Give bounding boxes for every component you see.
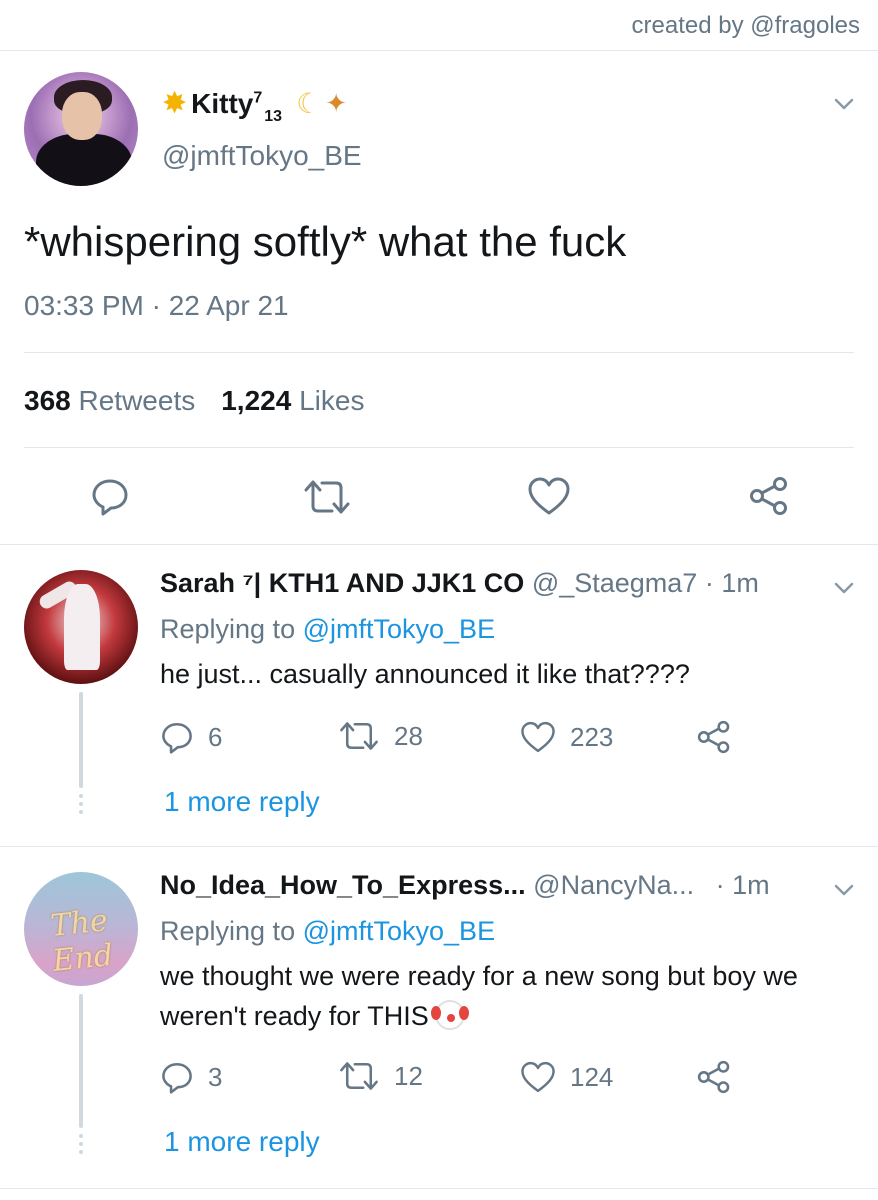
share-icon[interactable] xyxy=(748,476,790,516)
reply-icon xyxy=(162,722,192,754)
chevron-down-icon[interactable] xyxy=(832,878,856,902)
cartwheel-emoji-icon: ✦ xyxy=(325,88,347,118)
retweet-icon xyxy=(340,1062,378,1090)
like-button[interactable]: 124 xyxy=(520,1060,613,1094)
retweet-count: 28 xyxy=(394,720,423,751)
reply-button[interactable]: 3 xyxy=(160,1060,222,1094)
name-superscript: 7 xyxy=(253,89,263,107)
replying-to-label: Replying to xyxy=(160,916,296,946)
divider xyxy=(24,352,854,353)
replying-to-label: Replying to xyxy=(160,614,296,644)
like-count: 223 xyxy=(570,721,614,752)
thread-line xyxy=(79,692,83,788)
retweet-icon xyxy=(340,722,378,750)
replying-to-link[interactable]: @jmftTokyo_BE xyxy=(303,916,495,946)
reply-time: · 1m xyxy=(704,568,759,598)
replying-to: Replying to @jmftTokyo_BE xyxy=(160,614,495,645)
thread-dots xyxy=(78,1134,84,1154)
clown-face-emoji-icon xyxy=(430,1000,465,1030)
reply-author-name: No_Idea_How_To_Express... xyxy=(160,870,526,900)
divider xyxy=(0,846,878,847)
tweet-text: *whispering softly* what the fuck xyxy=(24,218,627,265)
like-count: 124 xyxy=(570,1061,614,1092)
replying-to-link[interactable]: @jmftTokyo_BE xyxy=(303,614,495,644)
avatar[interactable]: The End xyxy=(24,872,138,986)
credit-text: created by @fragoles xyxy=(631,12,860,39)
tweet-timestamp[interactable]: 03:33 PM · 22 Apr 21 xyxy=(24,290,289,322)
reply-time: · 1m xyxy=(715,870,770,900)
avatar[interactable] xyxy=(24,72,138,186)
retweet-button[interactable]: 12 xyxy=(338,1060,423,1092)
share-button[interactable] xyxy=(696,720,732,754)
name-subscript: 13 xyxy=(264,107,283,125)
more-replies-link[interactable]: 1 more reply xyxy=(164,786,320,818)
retweets-count: 368 xyxy=(24,385,71,416)
display-name-text: Kitty xyxy=(191,87,254,119)
reply-author-name: Sarah ⁷| KTH1 AND JJK1 CO xyxy=(160,568,525,598)
like-icon[interactable] xyxy=(527,476,571,516)
avatar[interactable] xyxy=(24,570,138,684)
retweets-stat[interactable]: 368 Retweets xyxy=(24,385,195,417)
like-icon xyxy=(521,721,555,753)
reply-icon[interactable] xyxy=(90,476,130,516)
avatar-logo-text: The End xyxy=(48,903,115,979)
likes-label: Likes xyxy=(299,385,365,416)
divider xyxy=(24,447,854,448)
thread-dots xyxy=(78,794,84,814)
likes-stat[interactable]: 1,224 Likes xyxy=(221,385,364,417)
reply-header[interactable]: Sarah ⁷| KTH1 AND JJK1 CO @_Staegma7 · 1… xyxy=(160,568,759,599)
divider xyxy=(0,1188,878,1189)
display-name[interactable]: ✸ Kitty713 ☾ ✦ xyxy=(162,86,347,125)
reply-text-block: we thought we were ready for a new song … xyxy=(160,956,840,1036)
reply-text: he just... casually announced it like th… xyxy=(160,659,690,689)
share-icon xyxy=(697,1060,730,1094)
reply-text: we thought we were ready for a new song … xyxy=(160,961,798,1031)
divider xyxy=(0,544,878,545)
retweet-button[interactable]: 28 xyxy=(338,720,423,752)
sun-emoji-icon: ✸ xyxy=(162,87,188,120)
divider xyxy=(0,50,878,51)
share-button[interactable] xyxy=(696,1060,732,1094)
reply-button[interactable]: 6 xyxy=(160,720,222,754)
like-button[interactable]: 223 xyxy=(520,720,613,754)
reply-header[interactable]: No_Idea_How_To_Express... @NancyNa... · … xyxy=(160,870,770,901)
tweet-stats: 368 Retweets 1,224 Likes xyxy=(24,385,364,417)
likes-count: 1,224 xyxy=(221,385,292,416)
user-handle[interactable]: @jmftTokyo_BE xyxy=(162,140,362,172)
reply-author-handle: @_Staegma7 xyxy=(531,568,698,598)
thread-line xyxy=(79,994,83,1128)
retweet-count: 12 xyxy=(394,1060,423,1091)
chevron-down-icon[interactable] xyxy=(832,576,856,600)
reply-action-bar: 6 28 223 xyxy=(160,720,760,760)
reply-count: 6 xyxy=(208,721,223,752)
like-icon xyxy=(521,1061,555,1093)
retweets-label: Retweets xyxy=(78,385,196,416)
more-replies-link[interactable]: 1 more reply xyxy=(164,1126,320,1158)
crescent-moon-emoji-icon: ☾ xyxy=(296,88,322,119)
retweet-icon[interactable] xyxy=(302,478,352,516)
reply-count: 3 xyxy=(208,1061,223,1092)
replying-to: Replying to @jmftTokyo_BE xyxy=(160,916,495,947)
reply-author-handle: @NancyNa... xyxy=(533,870,695,900)
chevron-down-icon[interactable] xyxy=(832,92,856,116)
reply-action-bar: 3 12 124 xyxy=(160,1060,760,1100)
reply-icon xyxy=(162,1062,192,1094)
share-icon xyxy=(697,720,730,754)
